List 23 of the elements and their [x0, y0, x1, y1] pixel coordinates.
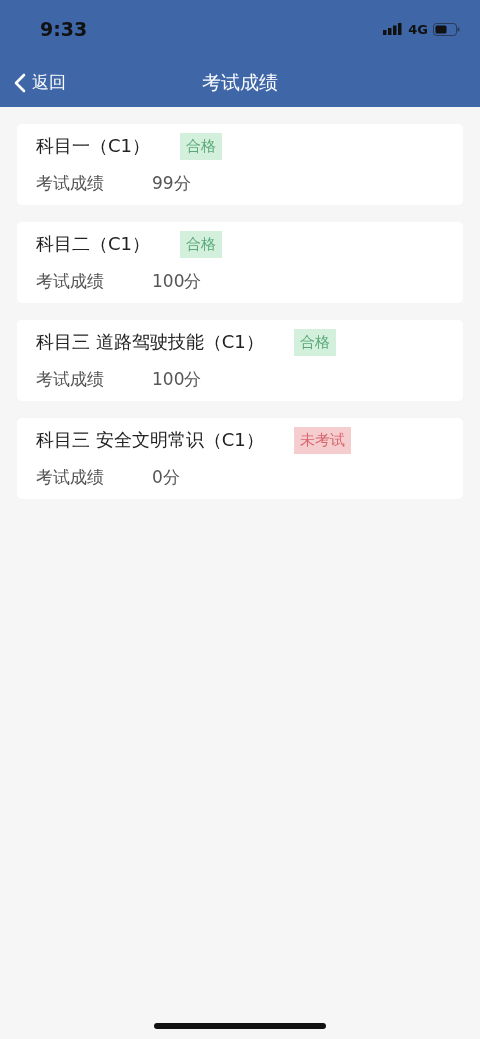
battery-icon	[433, 22, 460, 36]
status-time: 9:33	[40, 18, 88, 40]
subject-title: 科目一（C1）	[36, 134, 151, 158]
score-value: 0分	[152, 465, 180, 489]
status-tag: 合格	[180, 132, 223, 160]
status-tag: 未考试	[293, 426, 351, 454]
subject-title: 科目二（C1）	[36, 232, 151, 256]
back-button[interactable]: 返回	[14, 71, 66, 94]
score-value: 99分	[152, 171, 191, 195]
score-label: 考试成绩	[36, 367, 105, 391]
signal-icon	[383, 23, 404, 35]
subject-title: 科目三 安全文明常识（C1）	[36, 428, 264, 452]
status-tag: 合格	[180, 230, 223, 258]
network-label: 4G	[408, 21, 428, 37]
score-label: 考试成绩	[36, 269, 105, 293]
subject-title: 科目三 道路驾驶技能（C1）	[36, 330, 264, 354]
score-label: 考试成绩	[36, 465, 105, 489]
score-value: 100分	[152, 367, 202, 391]
score-label: 考试成绩	[36, 171, 105, 195]
page-title: 考试成绩	[202, 69, 278, 95]
chevron-left-icon	[14, 72, 26, 93]
score-value: 100分	[152, 269, 202, 293]
status-tag: 合格	[293, 328, 336, 356]
